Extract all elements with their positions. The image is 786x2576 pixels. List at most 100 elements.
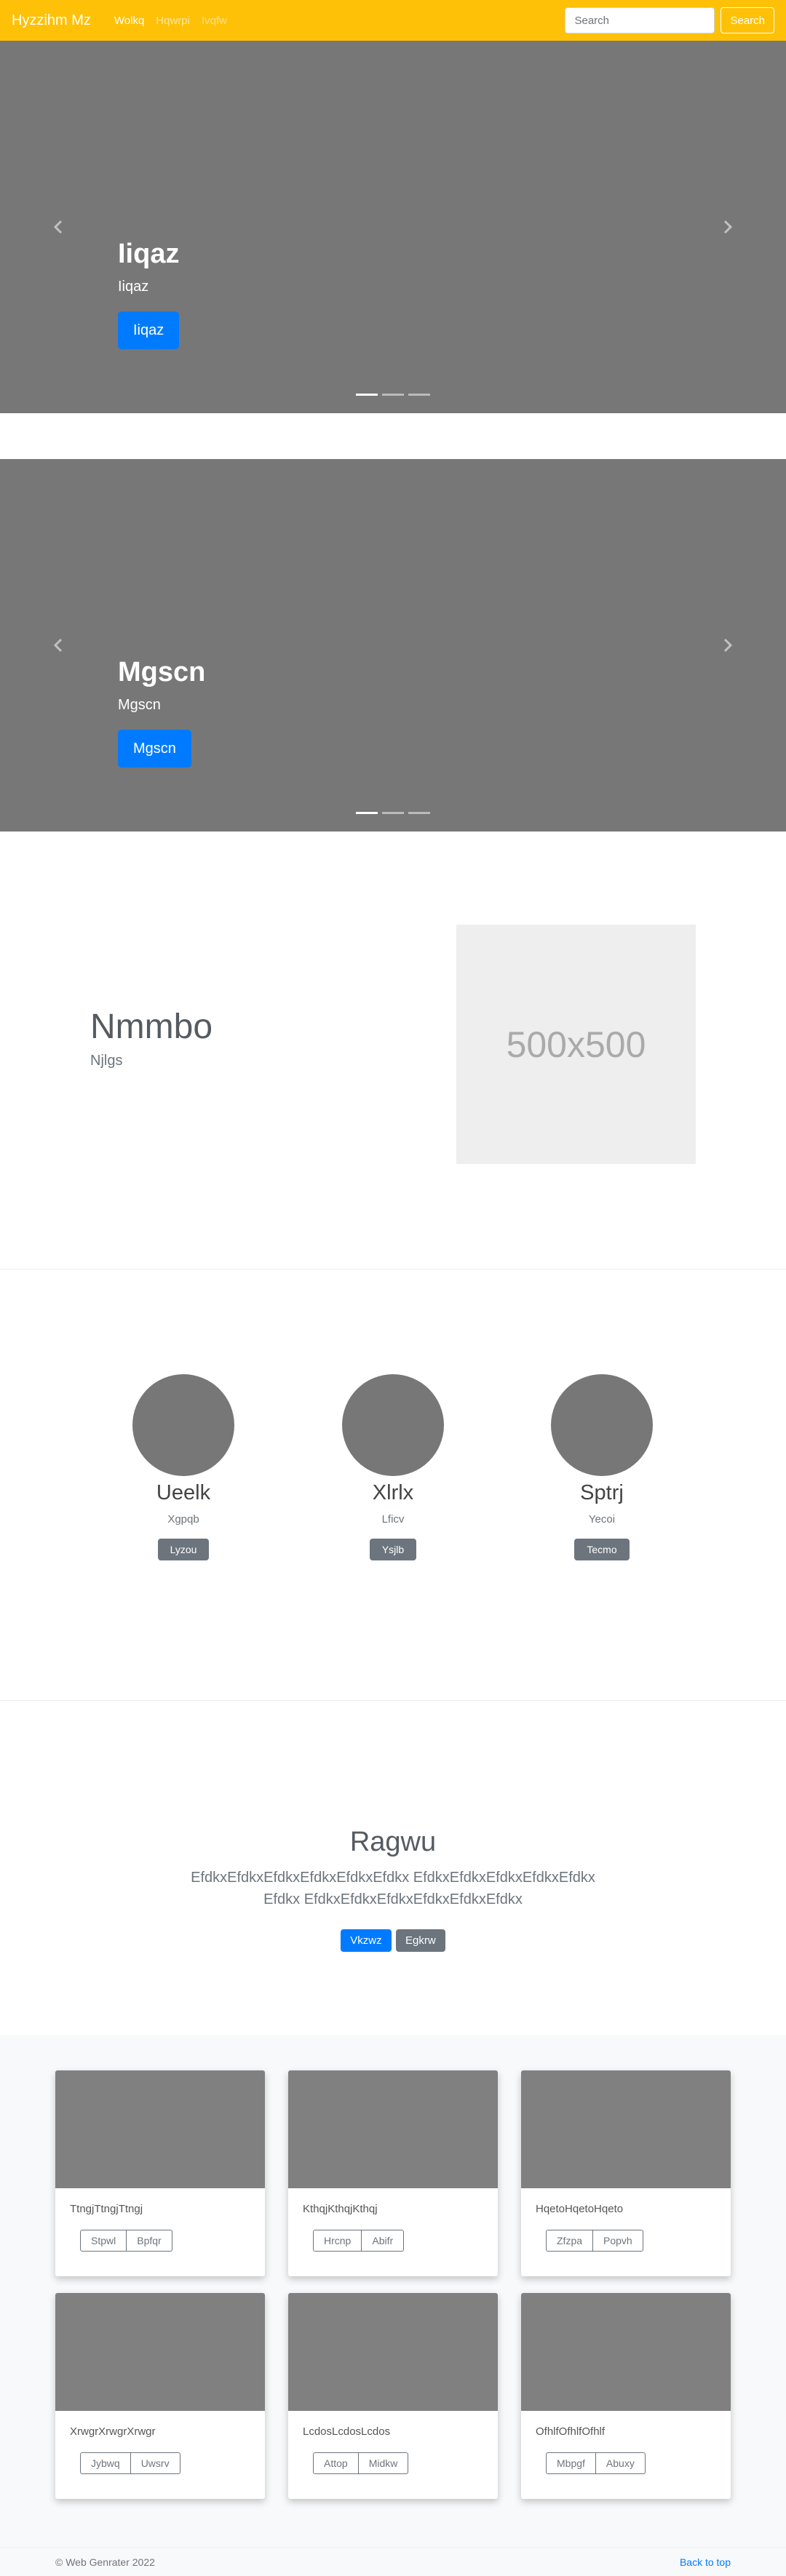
card-button[interactable]: Midkw: [358, 2452, 409, 2474]
card-image: [55, 2070, 265, 2188]
avatar: [132, 1374, 234, 1476]
album-card: LcdosLcdosLcdos Attop Midkw: [288, 2293, 498, 2499]
team-member-role: Yecoi: [588, 1512, 616, 1526]
card-button[interactable]: Uwsrv: [130, 2452, 180, 2474]
album-card: HqetoHqetoHqeto Zfzpa Popvh: [521, 2070, 731, 2276]
back-to-top-link[interactable]: Back to top: [680, 2556, 731, 2568]
navbar-brand[interactable]: Hyzzihm Mz: [12, 12, 91, 29]
card-button[interactable]: Jybwq: [80, 2452, 131, 2474]
card-button[interactable]: Abifr: [362, 2230, 405, 2252]
card-button[interactable]: Abuxy: [595, 2452, 646, 2474]
search-button[interactable]: Search: [720, 7, 774, 33]
album-card: KthqjKthqjKthqj Hrcnp Abifr: [288, 2070, 498, 2276]
team-member-button[interactable]: Ysjlb: [369, 1538, 417, 1560]
carousel-1-indicator-3[interactable]: [408, 394, 430, 396]
footer: © Web Genrater 2022 Back to top: [0, 2547, 786, 2576]
feature-text: Nmmbo Njlgs: [90, 1006, 213, 1069]
avatar: [342, 1374, 444, 1476]
nav-link-wolkq[interactable]: Wolkq: [108, 15, 150, 27]
card-body: HqetoHqetoHqeto Zfzpa Popvh: [521, 2188, 731, 2266]
card-button-group: Jybwq Uwsrv: [80, 2452, 180, 2474]
album-section: TtngjTtngjTtngj Stpwl Bpfqr KthqjKthqjKt…: [0, 2035, 786, 2547]
card-button-group: Mbpgf Abuxy: [546, 2452, 646, 2474]
card-body: TtngjTtngjTtngj Stpwl Bpfqr: [55, 2188, 265, 2266]
hero-secondary-button[interactable]: Egkrw: [396, 1929, 445, 1952]
carousel-spacer: [0, 413, 786, 459]
nav-link-ivqfw[interactable]: Ivqfw: [196, 15, 233, 27]
team-member-name: Ueelk: [156, 1481, 211, 1504]
card-body: KthqjKthqjKthqj Hrcnp Abifr: [288, 2188, 498, 2266]
chevron-right-icon: [723, 638, 733, 653]
navbar: Hyzzihm Mz Wolkq Hqwrpi Ivqfw Search: [0, 0, 786, 41]
carousel-1-prev-control[interactable]: [0, 41, 118, 413]
card-text: XrwgrXrwgrXrwgr: [70, 2425, 156, 2438]
carousel-2-indicator-1[interactable]: [356, 812, 378, 814]
card-image: [55, 2293, 265, 2411]
carousel-1-caption: Iiqaz Iiqaz Iiqaz: [118, 238, 179, 349]
card-image: [521, 2070, 731, 2188]
album-card: XrwgrXrwgrXrwgr Jybwq Uwsrv: [55, 2293, 265, 2499]
card-button[interactable]: Popvh: [593, 2230, 643, 2252]
nav-links: Wolkq Hqwrpi Ivqfw: [108, 15, 233, 27]
carousel-1-indicator-1[interactable]: [356, 394, 378, 396]
feature-placeholder-image: 500x500: [456, 925, 696, 1164]
carousel-1-subtitle: Iiqaz: [118, 279, 149, 295]
carousel-2-indicator-3[interactable]: [408, 812, 430, 814]
chevron-left-icon: [53, 220, 63, 234]
carousel-2-subtitle: Mgscn: [118, 697, 161, 713]
hero-text: EfdkxEfdkxEfdkxEfdkxEfdkxEfdkx EfdkxEfdk…: [191, 1869, 595, 1907]
carousel-2-prev-control[interactable]: [0, 459, 118, 832]
feature-heading: Nmmbo: [90, 1008, 213, 1046]
carousel-2-indicators: [0, 812, 786, 814]
carousel-1: Iiqaz Iiqaz Iiqaz: [0, 41, 786, 413]
team-member: Sptrj Yecoi Tecmo: [522, 1374, 682, 1560]
carousel-2-title: Mgscn: [118, 657, 206, 688]
team-member: Ueelk Xgpqb Lyzou: [103, 1374, 263, 1560]
card-text: KthqjKthqjKthqj: [303, 2203, 378, 2215]
card-button[interactable]: Zfzpa: [546, 2230, 594, 2252]
carousel-1-indicator-2[interactable]: [382, 394, 404, 396]
hero-primary-button[interactable]: Vkzwz: [341, 1929, 392, 1952]
carousel-1-title: Iiqaz: [118, 239, 180, 270]
hero-buttons: Vkzwz Egkrw: [0, 1929, 786, 1952]
card-button[interactable]: Attop: [313, 2452, 359, 2474]
team-member: Xlrlx Lficv Ysjlb: [313, 1374, 473, 1560]
avatar: [551, 1374, 653, 1476]
navbar-search-form: Search: [565, 7, 774, 33]
hero-section: Ragwu EfdkxEfdkxEfdkxEfdkxEfdkxEfdkx Efd…: [0, 1701, 786, 2035]
placeholder-image-label: 500x500: [506, 1024, 646, 1065]
search-input[interactable]: [565, 7, 715, 33]
card-button-group: Stpwl Bpfqr: [80, 2230, 172, 2252]
card-text: HqetoHqetoHqeto: [536, 2203, 624, 2215]
carousel-1-button[interactable]: Iiqaz: [118, 311, 180, 349]
team-member-role: Lficv: [381, 1512, 405, 1526]
carousel-2-indicator-2[interactable]: [382, 812, 404, 814]
card-text: LcdosLcdosLcdos: [303, 2425, 391, 2438]
card-image: [521, 2293, 731, 2411]
card-body: OfhlfOfhlfOfhlf Mbpgf Abuxy: [521, 2411, 731, 2489]
team-member-button[interactable]: Tecmo: [574, 1538, 630, 1560]
card-image: [288, 2293, 498, 2411]
team-section: Ueelk Xgpqb Lyzou Xlrlx Lficv Ysjlb Sptr…: [0, 1269, 786, 1701]
card-body: LcdosLcdosLcdos Attop Midkw: [288, 2411, 498, 2489]
card-button-group: Zfzpa Popvh: [546, 2230, 643, 2252]
carousel-2: Mgscn Mgscn Mgscn: [0, 459, 786, 832]
album-card: OfhlfOfhlfOfhlf Mbpgf Abuxy: [521, 2293, 731, 2499]
album-card: TtngjTtngjTtngj Stpwl Bpfqr: [55, 2070, 265, 2276]
card-button-group: Attop Midkw: [313, 2452, 409, 2474]
carousel-2-caption: Mgscn Mgscn Mgscn: [118, 656, 205, 767]
carousel-2-next-control[interactable]: [668, 459, 786, 832]
team-member-role: Xgpqb: [167, 1512, 199, 1526]
card-button[interactable]: Hrcnp: [313, 2230, 362, 2252]
carousel-1-next-control[interactable]: [668, 41, 786, 413]
card-button[interactable]: Stpwl: [80, 2230, 127, 2252]
card-image: [288, 2070, 498, 2188]
team-member-button[interactable]: Lyzou: [157, 1538, 210, 1560]
team-member-name: Sptrj: [580, 1481, 624, 1504]
card-text: OfhlfOfhlfOfhlf: [536, 2425, 606, 2438]
hero-title: Ragwu: [349, 1827, 437, 1857]
nav-link-hqwrpi[interactable]: Hqwrpi: [150, 15, 196, 27]
carousel-2-button[interactable]: Mgscn: [118, 730, 191, 767]
card-button[interactable]: Bpfqr: [127, 2230, 172, 2252]
card-button[interactable]: Mbpgf: [546, 2452, 596, 2474]
